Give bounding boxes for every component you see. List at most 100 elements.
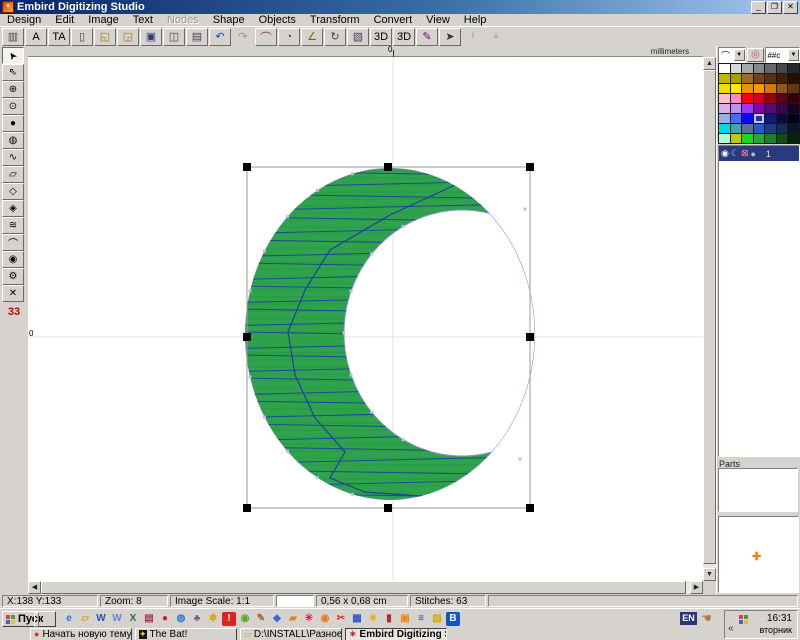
menu-nodes[interactable]: Nodes [160,14,206,26]
task-explorer-embird[interactable]: ▱ D:\INSTALL\Разное\Embird [240,628,342,640]
new-design-button[interactable]: ▯ [71,28,93,46]
manual-stitch-tool[interactable]: ◉ [2,251,24,268]
fill-region-tool[interactable]: ● [2,115,24,132]
color-swatch[interactable] [719,84,730,93]
color-swatch[interactable] [777,104,788,113]
start-button[interactable]: Пуск [2,611,56,627]
color-swatch[interactable] [765,134,776,143]
thread-spool-button[interactable]: ◎ [747,48,765,62]
language-indicator[interactable]: EN [680,612,697,625]
zoom-tool[interactable]: ⊕ [2,81,24,98]
scroll-up-button[interactable]: ▲ [703,57,716,70]
stitch-pattern-dropdown[interactable]: ##c ▼ [765,47,800,63]
menu-design[interactable]: Design [0,14,48,26]
task-the-bat[interactable]: ✦ The Bat! [135,628,237,640]
outline-shape-tool[interactable]: ◇ [2,183,24,200]
menu-text[interactable]: Text [126,14,160,26]
color-swatch[interactable] [788,74,799,83]
object-list-item[interactable]: ◉ ☾ ⊠ ● 1 [719,146,799,161]
color-swatch[interactable] [754,94,765,103]
menu-convert[interactable]: Convert [367,14,420,26]
edit-nodes-tool[interactable]: ⇖ [2,64,24,81]
color-swatch[interactable] [777,134,788,143]
menu-objects[interactable]: Objects [252,14,303,26]
horizontal-scrollbar[interactable]: ◀ ▶ [28,581,703,594]
task-embird-studio[interactable]: ✶ Embird Digitizing Stud... [345,628,447,640]
undo-button[interactable]: ↶ [209,28,231,46]
redo-button[interactable]: ↷ [232,28,254,46]
title-bar[interactable]: ✶ Embird Digitizing Studio _ ❐ ✕ [0,0,800,14]
color-swatch[interactable] [719,124,730,133]
color-swatch[interactable] [719,114,730,123]
chevron-down-icon[interactable]: ▼ [734,49,745,61]
color-swatch[interactable] [754,124,765,133]
ql-folder[interactable]: ▱ [78,612,92,626]
text-transform-button[interactable]: TA [48,28,70,46]
settings-tool[interactable]: ⚙ [2,268,24,285]
lettering-button[interactable]: A [25,28,47,46]
column-tool[interactable]: ▱ [2,166,24,183]
color-swatch[interactable] [788,84,799,93]
close-button[interactable]: ✕ [783,1,798,14]
ql-photo[interactable]: ◉ [318,612,332,626]
color-swatch[interactable] [731,134,742,143]
color-swatch[interactable] [788,134,799,143]
menu-shape[interactable]: Shape [206,14,252,26]
ql-acrobat[interactable]: ● [158,612,172,626]
crescent-object[interactable] [238,157,580,500]
import-design-button[interactable]: ◲ [117,28,139,46]
color-swatch[interactable] [754,134,765,143]
ql-lines[interactable]: ≡ [414,612,428,626]
restore-button[interactable]: ❐ [767,1,782,14]
ql-word[interactable]: W [94,612,108,626]
color-swatch[interactable] [742,134,753,143]
color-swatch[interactable] [719,104,730,113]
paste-button[interactable]: ▤ [186,28,208,46]
region-outline-tool[interactable]: ◈ [2,200,24,217]
ql-tag[interactable]: ▰ [286,612,300,626]
ql-bluetooth[interactable]: B [446,612,460,626]
eye-icon[interactable]: ◉ [721,148,729,159]
ql-splash[interactable]: ✳ [302,612,316,626]
scroll-left-button[interactable]: ◀ [28,581,41,594]
task-forum[interactable]: ● Начать новую тему :: B... [30,628,132,640]
design-browser-button[interactable]: ▥ [2,28,24,46]
color-swatch[interactable] [754,114,765,123]
ql-wordpad[interactable]: W [110,612,124,626]
color-swatch[interactable] [742,74,753,83]
horizontal-scroll-thumb[interactable] [41,581,686,594]
color-swatch[interactable] [777,64,788,73]
connect-up-button[interactable]: ⍿ [462,28,484,46]
color-swatch[interactable] [765,84,776,93]
ql-frog[interactable]: ◉ [238,612,252,626]
color-swatch[interactable] [754,64,765,73]
ql-grid[interactable]: ▦ [350,612,364,626]
ql-chat[interactable]: ▣ [398,612,412,626]
save-design-button[interactable]: ▣ [140,28,162,46]
taskbar-grip[interactable] [34,612,39,627]
color-swatch[interactable] [731,94,742,103]
chevron-down-icon[interactable]: ▼ [788,49,799,61]
measure-button[interactable]: ⌒ [255,28,277,46]
view-3d-grid-button[interactable]: 3̈D [393,28,415,46]
color-swatch[interactable] [777,74,788,83]
minimize-button[interactable]: _ [751,1,766,14]
zoom-1-1-tool[interactable]: ⊙ [2,98,24,115]
select-tool[interactable]: ➤ [2,47,24,64]
color-swatch[interactable] [731,74,742,83]
color-swatch[interactable] [765,74,776,83]
color-swatch[interactable] [777,114,788,123]
menu-edit[interactable]: Edit [48,14,81,26]
object-list[interactable]: ◉ ☾ ⊠ ● 1 [718,145,800,457]
color-swatch[interactable] [742,104,753,113]
menu-view[interactable]: View [419,14,457,26]
split-tool[interactable]: ✕ [2,285,24,302]
copy-button[interactable]: ◫ [163,28,185,46]
color-swatch[interactable] [765,64,776,73]
ql-note[interactable]: ▨ [430,612,444,626]
gauge-button[interactable]: ◔ [278,28,300,46]
ql-internet-explorer[interactable]: e [62,612,76,626]
color-swatch[interactable] [777,84,788,93]
color-swatch[interactable] [731,104,742,113]
ql-books[interactable]: ▤ [142,612,156,626]
